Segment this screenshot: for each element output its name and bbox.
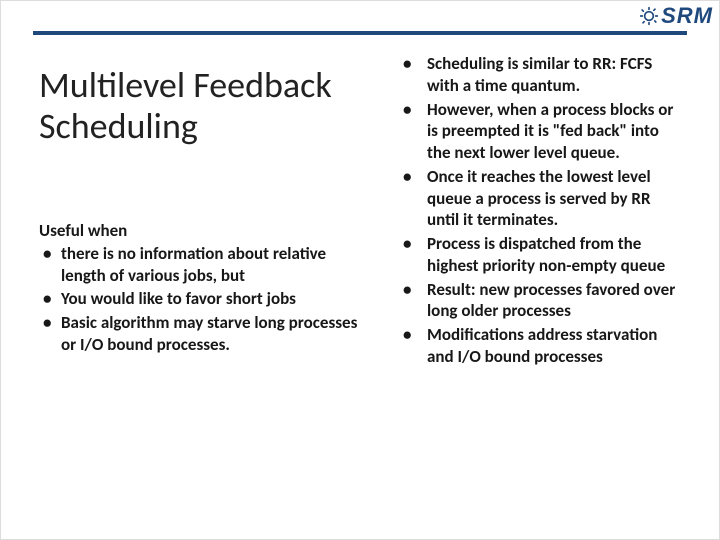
divider: [33, 31, 687, 35]
list-item: However, when a process blocks or is pre…: [397, 99, 681, 164]
list-item: You would like to favor short jobs: [39, 288, 369, 310]
slide: SRM Multilevel Feedback Scheduling Usefu…: [0, 0, 720, 540]
list-item: Once it reaches the lowest level queue a…: [397, 166, 681, 231]
page-title: Multilevel Feedback Scheduling: [39, 65, 369, 148]
left-list: there is no information about relative l…: [39, 243, 369, 356]
list-item: Result: new processes favored over long …: [397, 279, 681, 323]
list-item: Scheduling is similar to RR: FCFS with a…: [397, 53, 681, 97]
brand-logo: SRM: [639, 3, 713, 29]
gear-icon: [639, 6, 659, 26]
right-list: Scheduling is similar to RR: FCFS with a…: [397, 53, 681, 368]
list-item: Basic algorithm may starve long processe…: [39, 312, 369, 356]
list-item: there is no information about relative l…: [39, 243, 369, 287]
left-lead: Useful when: [39, 220, 369, 241]
left-column: Multilevel Feedback Scheduling Useful wh…: [39, 45, 369, 515]
right-column: Scheduling is similar to RR: FCFS with a…: [397, 45, 687, 515]
content: Multilevel Feedback Scheduling Useful wh…: [39, 45, 687, 515]
list-item: Process is dispatched from the highest p…: [397, 233, 681, 277]
list-item: Modifications address starvation and I/O…: [397, 324, 681, 368]
brand-name: SRM: [661, 3, 713, 29]
